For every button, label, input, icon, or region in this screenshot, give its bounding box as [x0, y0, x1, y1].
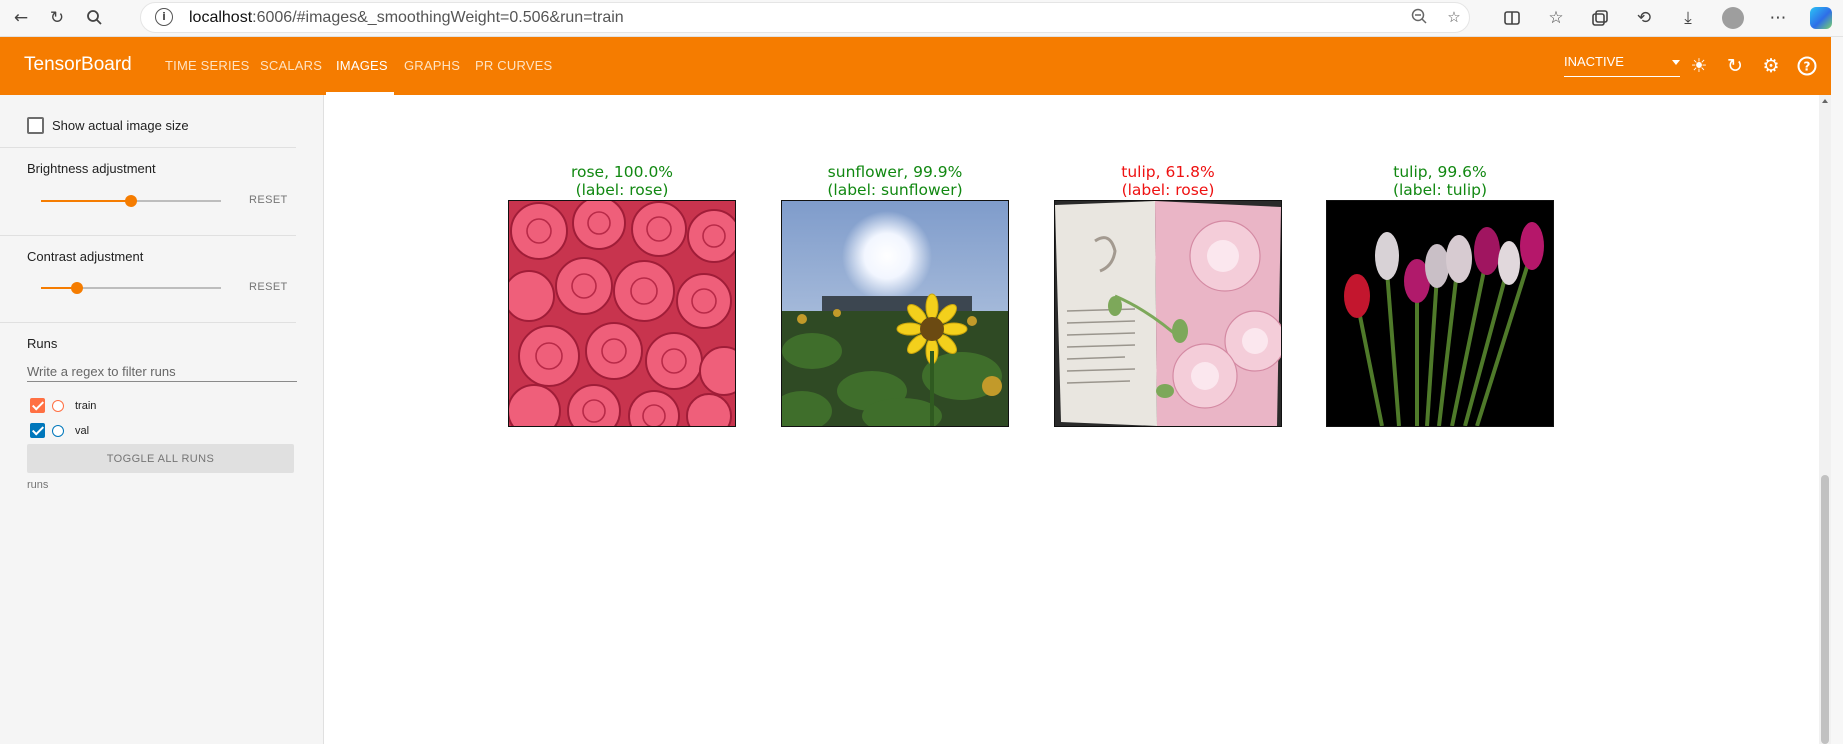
image-card: tulip, 61.8% (label: rose): [1053, 163, 1283, 427]
app-brand: TensorBoard: [24, 54, 132, 75]
run-val-checkbox[interactable]: [30, 423, 45, 438]
brightness-slider[interactable]: [41, 195, 221, 207]
prediction-caption: tulip, 99.6%: [1393, 163, 1487, 181]
scroll-up-icon[interactable]: [1822, 99, 1828, 103]
run-train-color-swatch[interactable]: [52, 399, 64, 412]
sunflower-image[interactable]: [781, 200, 1009, 427]
tab-images[interactable]: IMAGES: [336, 58, 388, 73]
prediction-caption: tulip, 61.8%: [1121, 163, 1215, 181]
copilot-icon[interactable]: [1810, 7, 1832, 29]
contrast-reset-button[interactable]: RESET: [249, 281, 288, 293]
divider: [0, 235, 296, 236]
brightness-slider-fill: [41, 200, 131, 202]
show-actual-size-label: Show actual image size: [52, 118, 189, 133]
refresh-icon[interactable]: ↻: [1722, 53, 1748, 79]
pink-flower-book-image[interactable]: [1054, 200, 1282, 427]
tab-graphs[interactable]: GRAPHS: [404, 58, 460, 73]
runs-title: Runs: [27, 336, 58, 351]
run-val-color-swatch[interactable]: [52, 424, 64, 437]
sidebar: Show actual image size Brightness adjust…: [0, 95, 324, 744]
browser-edge: [1831, 37, 1843, 744]
images-dashboard: rose, 100.0% (label: rose) sunflower, 99…: [324, 95, 1819, 744]
chevron-down-icon: [1672, 60, 1680, 65]
search-icon[interactable]: [83, 6, 107, 30]
run-item-val[interactable]: val: [30, 423, 89, 438]
show-actual-size-toggle[interactable]: Show actual image size: [27, 117, 189, 134]
toggle-all-runs-button[interactable]: TOGGLE ALL RUNS: [27, 444, 294, 473]
split-screen-icon[interactable]: [1500, 6, 1524, 30]
prediction-caption: sunflower, 99.9%: [827, 163, 963, 181]
favorites-icon[interactable]: ☆: [1544, 6, 1568, 30]
contrast-slider[interactable]: [41, 282, 221, 294]
tab-time-series[interactable]: TIME SERIES: [165, 58, 250, 73]
label-caption: (label: rose): [1121, 181, 1215, 199]
browser-toolbar: ← ↻ i localhost:6006/#images&_smoothingW…: [0, 0, 1843, 37]
image-card: rose, 100.0% (label: rose): [507, 163, 737, 427]
label-caption: (label: tulip): [1392, 181, 1488, 199]
more-icon[interactable]: ⋯: [1766, 6, 1790, 30]
reload-icon[interactable]: ↻: [45, 6, 69, 30]
run-val-label: val: [75, 424, 90, 437]
help-icon[interactable]: ?: [1794, 53, 1820, 79]
divider: [0, 147, 296, 148]
url-text[interactable]: localhost:6006/#images&_smoothingWeight=…: [189, 9, 624, 27]
tab-pr-curves[interactable]: PR CURVES: [475, 58, 552, 73]
info-icon[interactable]: i: [155, 8, 173, 26]
run-train-checkbox[interactable]: [30, 398, 45, 413]
scrollbar-thumb[interactable]: [1821, 475, 1829, 744]
collections-icon[interactable]: [1588, 6, 1612, 30]
tulip-image[interactable]: [1326, 200, 1554, 427]
brightness-title: Brightness adjustment: [27, 161, 156, 176]
prediction-caption: rose, 100.0%: [570, 163, 674, 181]
app-header: TensorBoard TIME SERIES SCALARS IMAGES G…: [0, 37, 1831, 95]
url-path: :6006/#images&_smoothingWeight=0.506&run…: [252, 9, 624, 26]
image-card: tulip, 99.6% (label: tulip): [1325, 163, 1555, 427]
svg-text:?: ?: [1804, 60, 1811, 74]
run-train-label: train: [75, 399, 97, 412]
show-actual-size-checkbox[interactable]: [27, 117, 44, 134]
brightness-slider-handle[interactable]: [125, 195, 137, 207]
profile-icon[interactable]: [1722, 7, 1744, 29]
label-caption: (label: sunflower): [827, 181, 963, 199]
plugin-select[interactable]: INACTIVE: [1564, 54, 1680, 77]
history-icon[interactable]: ⟲: [1632, 6, 1656, 30]
back-icon[interactable]: ←: [9, 6, 33, 30]
url-host: localhost: [189, 9, 253, 26]
rose-image[interactable]: [508, 200, 736, 427]
contrast-slider-handle[interactable]: [71, 282, 83, 294]
zoom-out-icon[interactable]: [1409, 6, 1431, 28]
divider: [0, 322, 296, 323]
brightness-reset-button[interactable]: RESET: [249, 194, 288, 206]
plugin-select-value: INACTIVE: [1564, 54, 1624, 69]
address-bar[interactable]: i localhost:6006/#images&_smoothingWeigh…: [140, 2, 1470, 33]
theme-sun-icon[interactable]: ☀: [1686, 53, 1712, 79]
tab-scalars[interactable]: SCALARS: [260, 58, 322, 73]
image-card: sunflower, 99.9% (label: sunflower): [780, 163, 1010, 427]
label-caption: (label: rose): [575, 181, 669, 199]
contrast-title: Contrast adjustment: [27, 249, 144, 264]
gear-icon[interactable]: ⚙: [1758, 53, 1784, 79]
runs-footer: runs: [27, 479, 49, 491]
run-item-train[interactable]: train: [30, 398, 96, 413]
run-filter-input[interactable]: [27, 361, 297, 382]
favorite-star-icon[interactable]: ☆: [1443, 6, 1465, 28]
download-icon[interactable]: ⤓: [1676, 6, 1700, 30]
vertical-scrollbar[interactable]: [1819, 95, 1831, 744]
